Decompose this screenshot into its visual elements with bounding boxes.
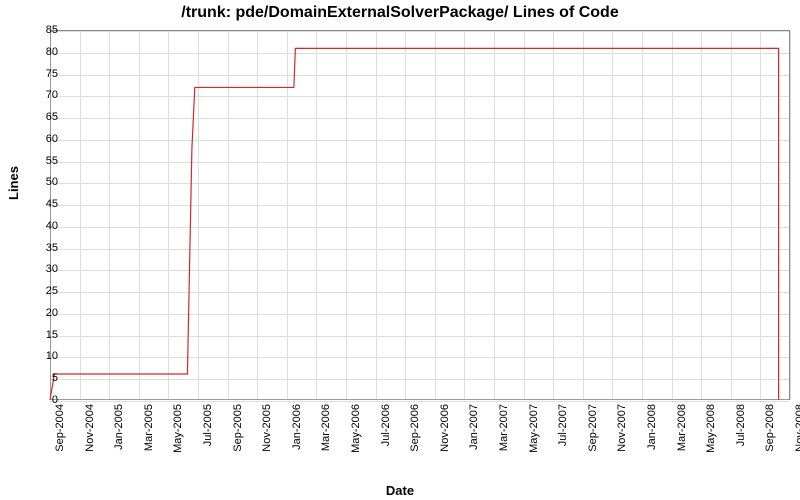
gridline-h — [50, 401, 789, 402]
loc-chart: /trunk: pde/DomainExternalSolverPackage/… — [0, 0, 800, 500]
y-tick-label: 40 — [18, 220, 58, 232]
x-tick-label: Jul-2005 — [202, 404, 214, 446]
gridline-v — [790, 31, 791, 400]
x-tick-label: Sep-2004 — [54, 404, 66, 452]
x-tick-label: Nov-2006 — [439, 404, 451, 452]
x-tick-label: Jan-2005 — [113, 404, 125, 450]
y-tick-label: 55 — [18, 155, 58, 167]
x-tick-label: Sep-2006 — [409, 404, 421, 452]
plot-area — [50, 30, 790, 400]
y-tick-label: 15 — [18, 329, 58, 341]
y-tick-label: 85 — [18, 24, 58, 36]
y-tick-label: 80 — [18, 46, 58, 58]
data-line — [50, 31, 789, 400]
x-tick-label: Nov-2008 — [794, 404, 800, 452]
x-tick-label: Sep-2007 — [587, 404, 599, 452]
x-tick-label: Mar-2008 — [676, 404, 688, 451]
y-tick-label: 45 — [18, 198, 58, 210]
x-tick-label: May-2005 — [172, 404, 184, 453]
y-tick-label: 30 — [18, 263, 58, 275]
x-tick-label: Nov-2004 — [84, 404, 96, 452]
y-tick-label: 35 — [18, 242, 58, 254]
x-tick-label: Jul-2006 — [380, 404, 392, 446]
y-tick-label: 65 — [18, 111, 58, 123]
x-tick-label: Mar-2007 — [498, 404, 510, 451]
y-tick-label: 20 — [18, 307, 58, 319]
x-tick-label: Mar-2006 — [320, 404, 332, 451]
y-tick-label: 5 — [18, 372, 58, 384]
y-tick-label: 25 — [18, 285, 58, 297]
x-tick-label: Sep-2008 — [764, 404, 776, 452]
y-tick-label: 0 — [18, 394, 58, 406]
x-tick-label: Jul-2007 — [557, 404, 569, 446]
x-tick-label: Jan-2007 — [468, 404, 480, 450]
x-tick-label: Nov-2005 — [261, 404, 273, 452]
x-tick-label: Nov-2007 — [616, 404, 628, 452]
x-tick-label: Sep-2005 — [232, 404, 244, 452]
x-tick-label: Mar-2005 — [143, 404, 155, 451]
chart-title: /trunk: pde/DomainExternalSolverPackage/… — [0, 4, 800, 22]
x-tick-label: Jan-2008 — [646, 404, 658, 450]
x-tick-label: May-2006 — [350, 404, 362, 453]
y-tick-label: 50 — [18, 176, 58, 188]
y-tick-label: 70 — [18, 89, 58, 101]
y-tick-label: 10 — [18, 350, 58, 362]
y-tick-label: 60 — [18, 133, 58, 145]
x-tick-label: May-2007 — [528, 404, 540, 453]
x-tick-label: Jan-2006 — [291, 404, 303, 450]
x-tick-label: May-2008 — [705, 404, 717, 453]
y-tick-label: 75 — [18, 68, 58, 80]
x-tick-label: Jul-2008 — [735, 404, 747, 446]
x-axis-label: Date — [0, 483, 800, 498]
